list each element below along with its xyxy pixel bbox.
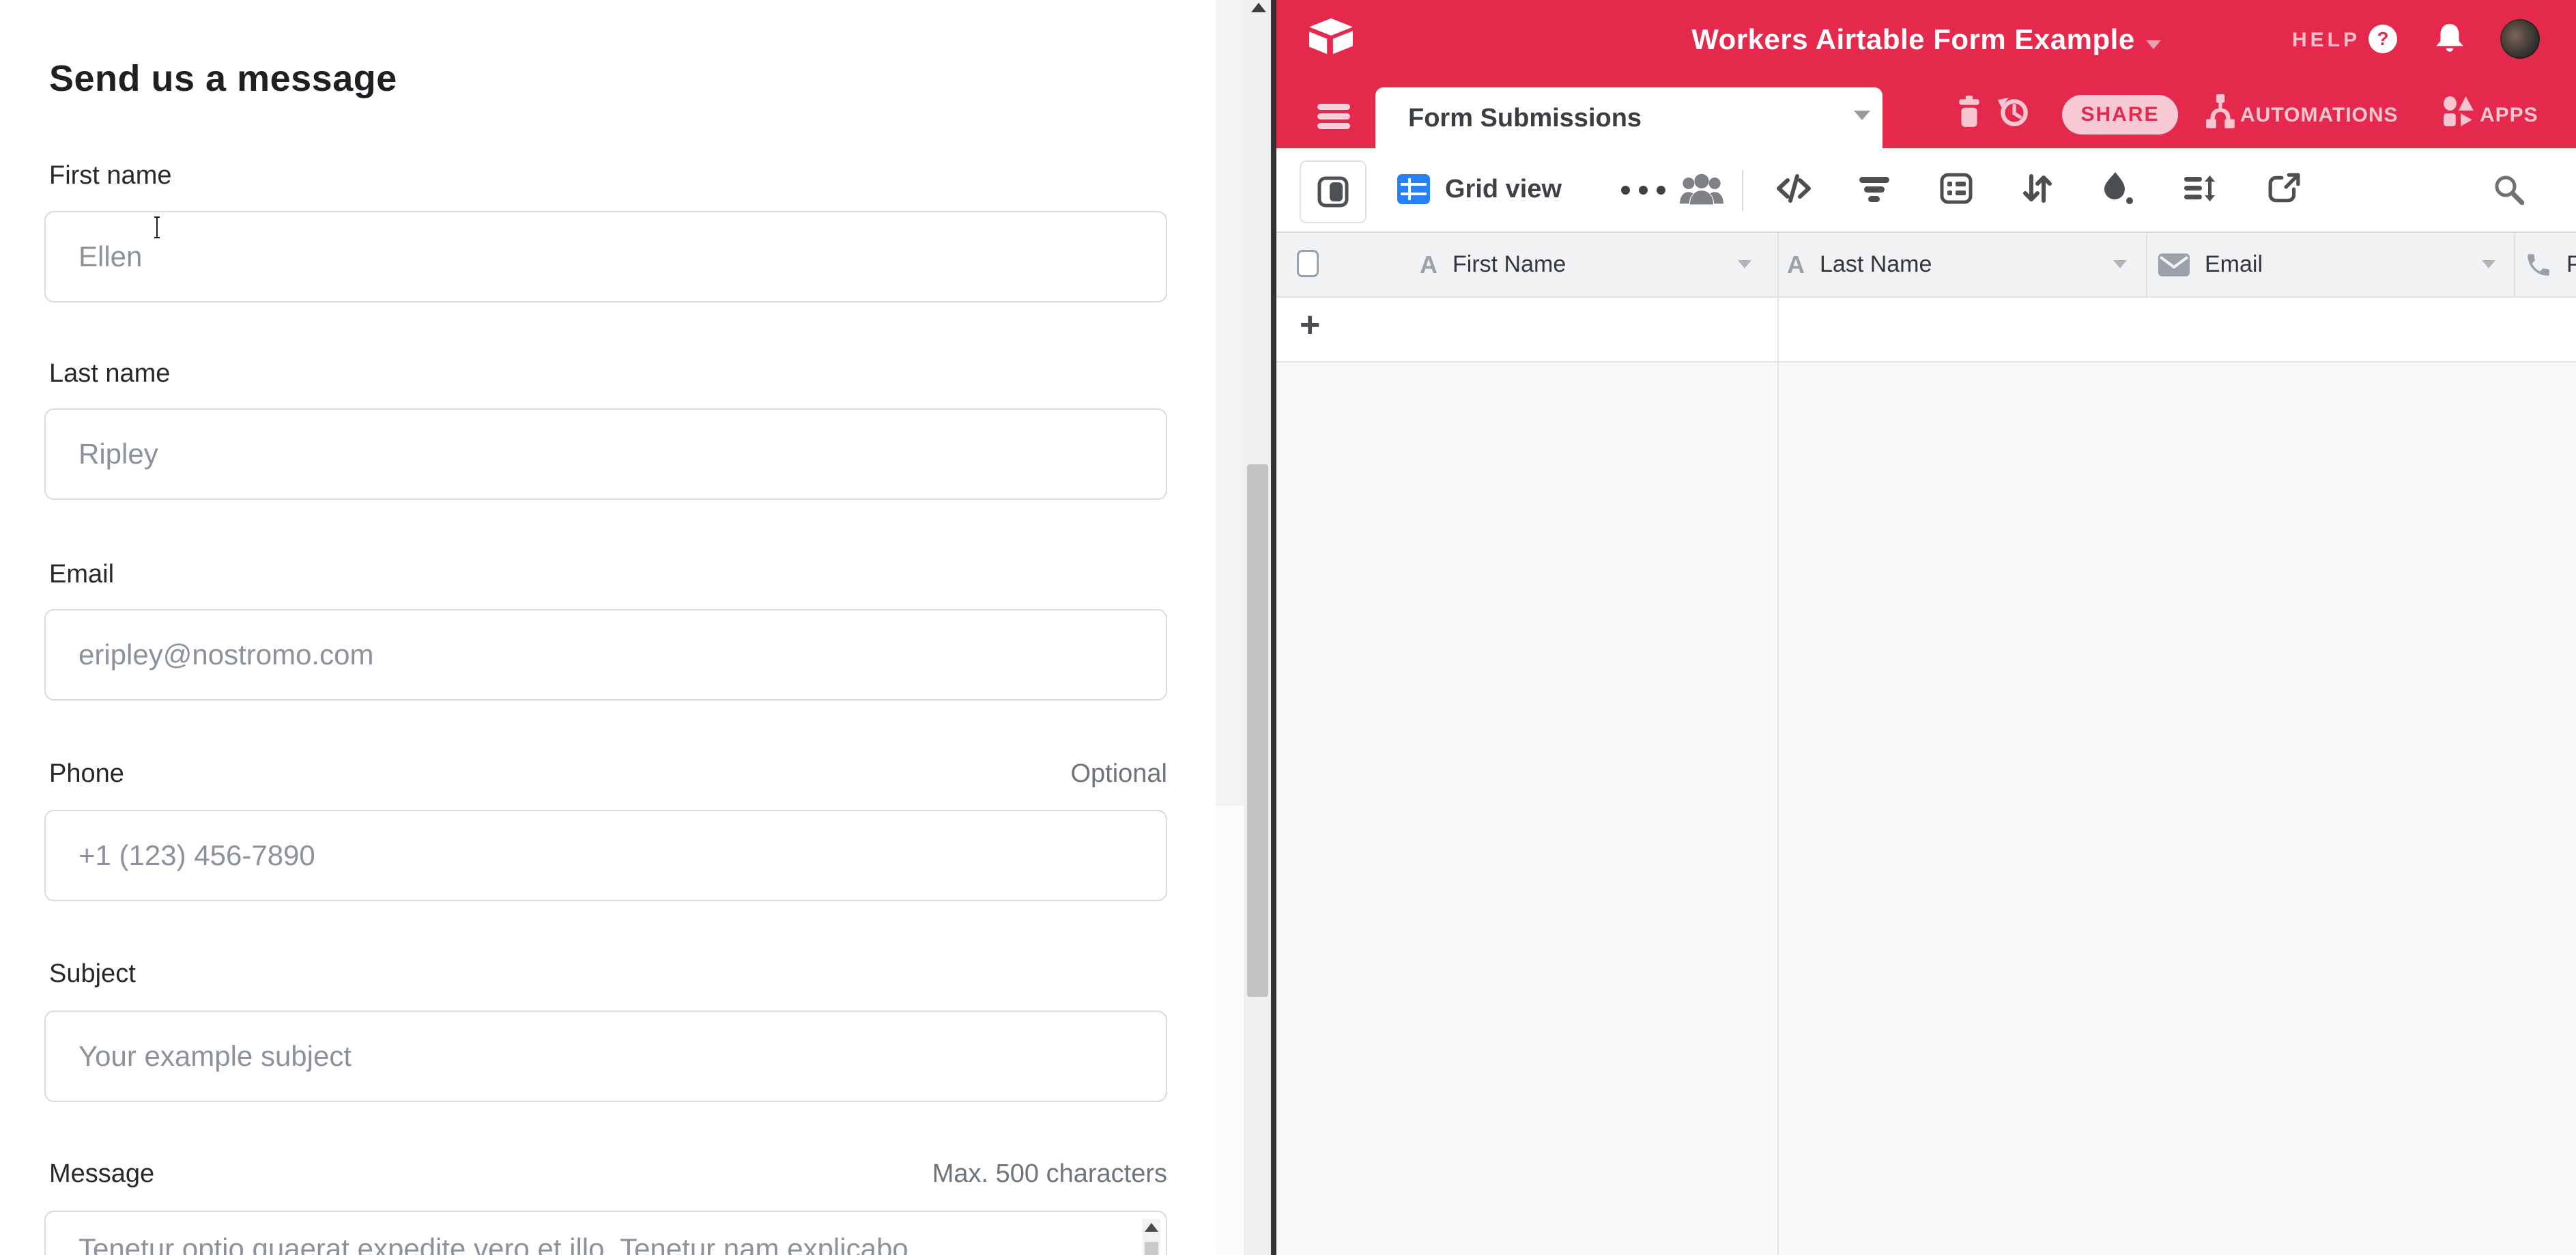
column-header-first-name[interactable]: A First Name — [1420, 233, 1761, 296]
text-field-type-icon: A — [1787, 251, 1805, 279]
add-row-button[interactable]: + — [1300, 305, 1320, 346]
phone-field-type-icon — [2524, 251, 2553, 279]
sidebar-hamburger-icon[interactable] — [1317, 104, 1350, 135]
message-placeholder: Tenetur optio quaerat expedite vero et i… — [78, 1232, 1123, 1255]
message-maxchars-note: Max. 500 characters — [44, 1159, 1167, 1189]
add-row-strip[interactable]: + — [1276, 298, 2576, 363]
last-name-input[interactable] — [44, 408, 1167, 500]
email-label: Email — [49, 560, 114, 589]
sort-icon[interactable] — [2022, 173, 2053, 208]
automations-icon[interactable] — [2203, 94, 2237, 133]
view-toolbar: Grid view — [1276, 148, 2576, 233]
email-input[interactable] — [44, 609, 1167, 701]
contact-form-pane: Send us a message First name Last name E… — [0, 0, 1216, 1255]
notifications-bell-icon[interactable] — [2434, 23, 2465, 59]
column-caret-icon[interactable] — [2113, 260, 2127, 268]
automations-label[interactable]: AUTOMATIONS — [2240, 104, 2399, 127]
last-name-label: Last name — [49, 359, 170, 389]
phone-optional-note: Optional — [44, 759, 1167, 789]
subject-input[interactable] — [44, 1011, 1167, 1102]
column-divider[interactable] — [2146, 233, 2147, 296]
page-gutter — [1216, 0, 1244, 806]
column-caret-icon[interactable] — [1738, 260, 1751, 268]
user-avatar[interactable] — [2500, 19, 2540, 59]
email-field-type-icon — [2158, 253, 2190, 277]
toolbar-divider — [1742, 170, 1743, 211]
tab-form-submissions-label: Form Submissions — [1408, 104, 1642, 133]
history-icon[interactable] — [1997, 96, 2030, 132]
share-button[interactable]: SHARE — [2062, 95, 2178, 135]
first-name-input[interactable] — [44, 211, 1167, 302]
apps-icon[interactable] — [2442, 96, 2475, 132]
airtable-pane: Workers Airtable Form Example HELP ? For… — [1276, 0, 2576, 1255]
frozen-column-divider — [1777, 233, 1779, 1255]
column-caret-icon[interactable] — [2482, 260, 2495, 268]
base-menu-caret-icon — [2146, 40, 2161, 49]
color-icon[interactable] — [2101, 171, 2134, 208]
scrollbar-up-icon[interactable] — [1251, 3, 1266, 12]
view-name: Grid view — [1445, 175, 1562, 204]
scroll-up-icon[interactable] — [1145, 1223, 1158, 1232]
hide-fields-icon[interactable] — [1776, 173, 1812, 208]
filter-icon[interactable] — [1858, 173, 1891, 208]
search-icon[interactable] — [2493, 173, 2524, 208]
window-divider — [1271, 0, 1276, 1255]
view-switcher-button[interactable]: Grid view — [1397, 174, 1562, 204]
view-more-menu-icon[interactable] — [1621, 186, 1665, 195]
column-divider[interactable] — [2514, 233, 2515, 296]
text-cursor-icon — [152, 216, 162, 239]
apps-label[interactable]: APPS — [2480, 104, 2538, 127]
left-pane-scrollbar-thumb[interactable] — [1247, 464, 1268, 997]
message-scrollbar[interactable] — [1143, 1219, 1160, 1255]
trash-icon[interactable] — [1956, 96, 1982, 132]
form-title: Send us a message — [49, 57, 397, 100]
share-view-icon[interactable] — [2267, 173, 2300, 209]
text-field-type-icon: A — [1420, 251, 1437, 279]
column-header-email[interactable]: Email — [2158, 233, 2459, 296]
column-header-last-name[interactable]: A Last Name — [1787, 233, 2094, 296]
first-name-label: First name — [49, 161, 171, 191]
help-button[interactable]: HELP — [2292, 29, 2360, 52]
toggle-view-sidebar-button[interactable] — [1300, 160, 1366, 223]
select-all-checkbox[interactable] — [1297, 250, 1319, 277]
page-gutter-lower — [1216, 806, 1244, 1255]
grid-view-icon — [1397, 174, 1430, 204]
subject-label: Subject — [49, 959, 136, 989]
collaborators-icon[interactable] — [1679, 172, 1724, 210]
group-icon[interactable] — [1940, 173, 1973, 208]
column-header-phone[interactable]: Phone — [2524, 233, 2576, 296]
row-height-icon[interactable] — [2183, 173, 2216, 208]
screen: Send us a message First name Last name E… — [0, 0, 2576, 1255]
message-textarea[interactable]: Tenetur optio quaerat expedite vero et i… — [44, 1211, 1167, 1255]
grid-header-row: A First Name A Last Name Email — [1276, 233, 2576, 298]
phone-input[interactable] — [44, 810, 1167, 901]
message-scrollbar-thumb[interactable] — [1145, 1242, 1158, 1255]
help-question-icon[interactable]: ? — [2369, 25, 2397, 53]
tab-dropdown-caret-icon[interactable] — [1854, 111, 1870, 120]
